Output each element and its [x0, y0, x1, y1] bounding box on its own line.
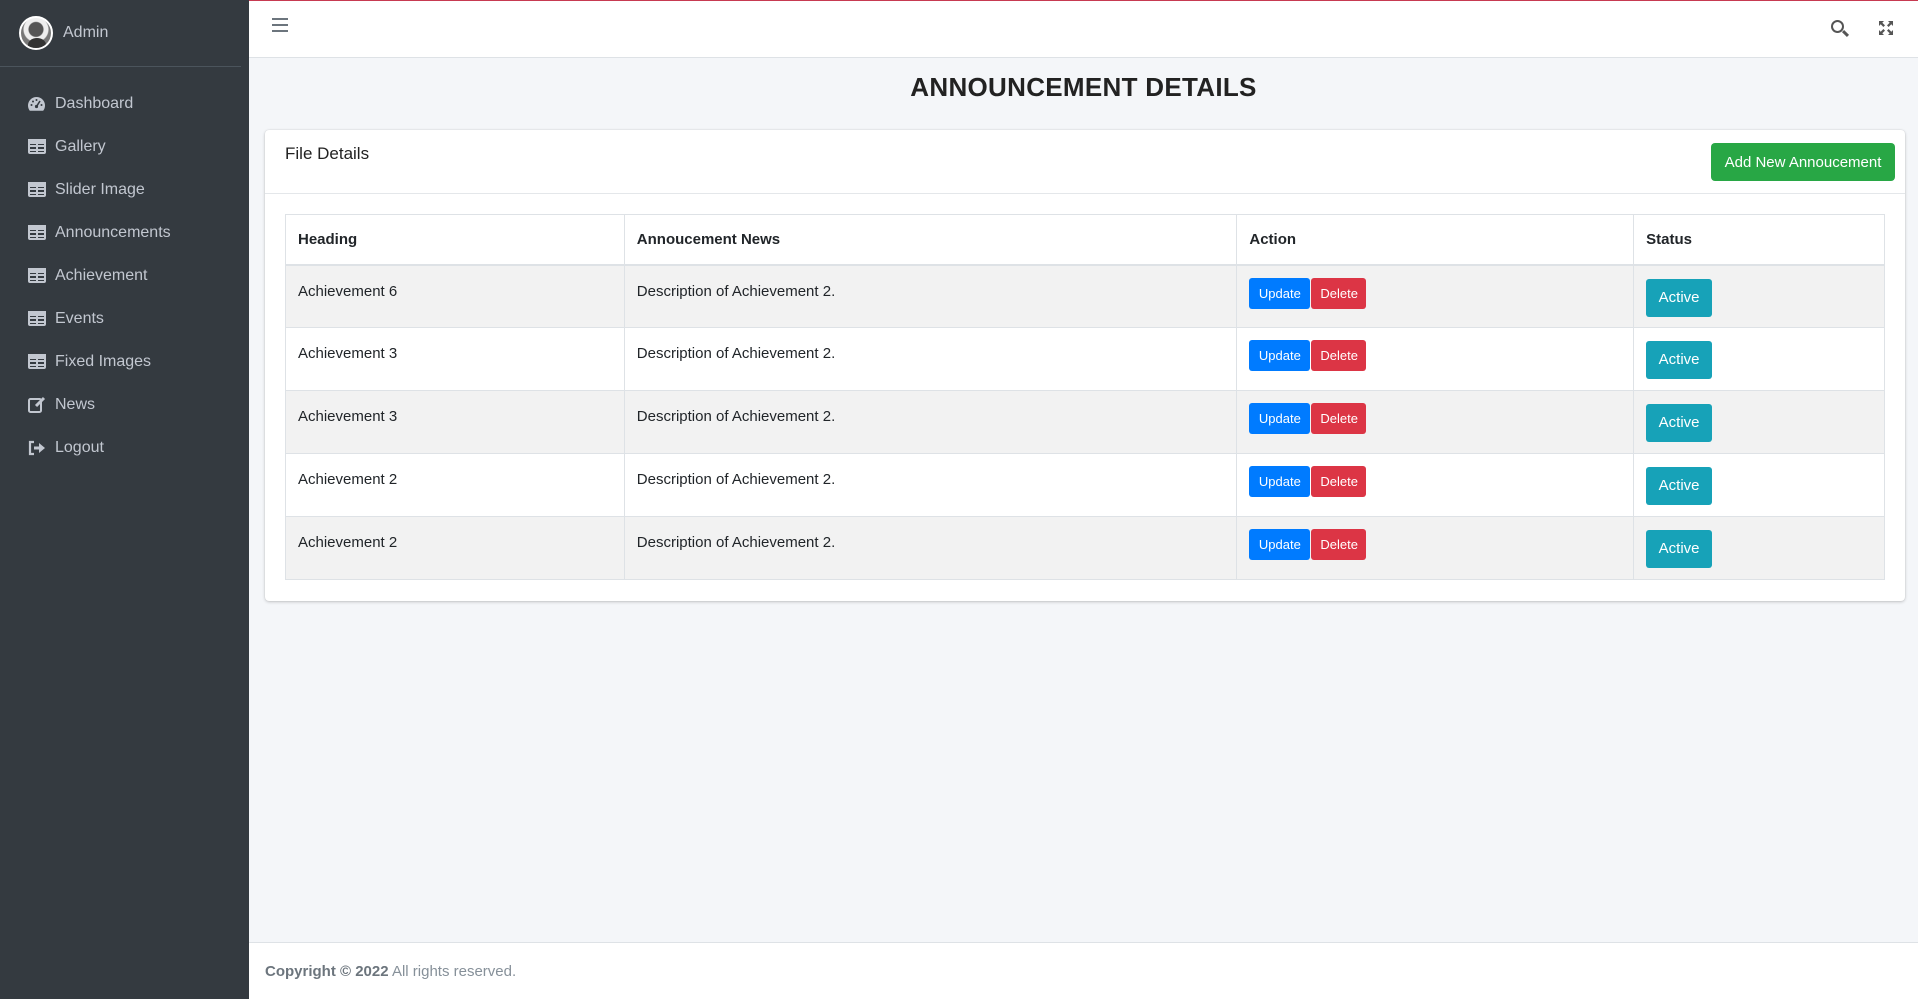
sidebar-item-label: Dashboard: [55, 94, 134, 112]
table-row: Achievement 2 Description of Achievement…: [285, 453, 1885, 517]
update-button[interactable]: Update: [1249, 403, 1311, 434]
update-button[interactable]: Update: [1249, 340, 1311, 371]
status-active-button[interactable]: Active: [1646, 467, 1713, 505]
sidebar-item-label: Gallery: [55, 137, 106, 155]
cell-heading: Achievement 2: [285, 453, 625, 517]
table-icon: [27, 353, 46, 370]
table-row: Achievement 2 Description of Achievement…: [285, 516, 1885, 580]
page-title: ANNOUNCEMENT DETAILS: [910, 72, 1257, 102]
table-icon: [27, 138, 46, 155]
sidebar-item-announcements[interactable]: Announcements: [0, 211, 249, 254]
delete-button[interactable]: Delete: [1311, 340, 1367, 371]
sidebar-item-label: Events: [55, 309, 104, 327]
cell-status: Active: [1633, 390, 1885, 454]
table-icon: [27, 224, 46, 241]
edit-icon: [27, 396, 46, 413]
status-active-button[interactable]: Active: [1646, 341, 1713, 379]
delete-button[interactable]: Delete: [1311, 529, 1367, 560]
tachometer-icon: [27, 95, 46, 112]
status-active-button[interactable]: Active: [1646, 404, 1713, 442]
update-button[interactable]: Update: [1249, 529, 1311, 560]
copyright-text: Copyright © 2022: [265, 963, 389, 980]
status-active-button[interactable]: Active: [1646, 530, 1713, 568]
top-navbar: [249, 0, 1918, 58]
cell-action: Update Delete: [1236, 516, 1635, 580]
table-icon: [27, 310, 46, 327]
cell-action: Update Delete: [1236, 453, 1635, 517]
cell-action: Update Delete: [1236, 327, 1635, 391]
sidebar-item-label: Achievement: [55, 266, 148, 284]
user-panel[interactable]: Admin: [0, 0, 241, 67]
sidebar-item-label: Fixed Images: [55, 352, 152, 370]
update-button[interactable]: Update: [1249, 277, 1311, 309]
user-name: Admin: [63, 24, 109, 41]
add-new-announcement-button[interactable]: Add New Annoucement: [1711, 143, 1895, 181]
table-row: Achievement 6 Description of Achievement…: [285, 264, 1885, 328]
cell-status: Active: [1633, 327, 1885, 391]
cell-action: Update Delete: [1236, 390, 1635, 454]
cell-heading: Achievement 6: [285, 264, 625, 328]
sidebar-item-events[interactable]: Events: [0, 297, 249, 340]
cell-news: Description of Achievement 2.: [623, 516, 1238, 580]
delete-button[interactable]: Delete: [1311, 403, 1367, 434]
cell-status: Active: [1633, 453, 1885, 517]
sidebar-item-gallery[interactable]: Gallery: [0, 125, 249, 168]
table-header-row: Heading Annoucement News Action Status: [285, 214, 1885, 266]
cell-status: Active: [1633, 264, 1885, 328]
cell-heading: Achievement 3: [285, 390, 625, 454]
sidebar: Admin Dashboard Gallery Slider Image Ann…: [0, 0, 249, 999]
sidebar-item-slider-image[interactable]: Slider Image: [0, 168, 249, 211]
sidebar-item-dashboard[interactable]: Dashboard: [0, 82, 249, 125]
sidebar-item-achievement[interactable]: Achievement: [0, 254, 249, 297]
file-details-card: File Details Add New Annoucement Heading…: [265, 130, 1905, 601]
announcements-table: Heading Annoucement News Action Status A…: [285, 214, 1885, 580]
sidebar-item-label: Announcements: [55, 223, 171, 241]
card-title: File Details: [285, 144, 370, 163]
cell-status: Active: [1633, 516, 1885, 580]
sidebar-item-label: News: [55, 395, 96, 413]
sign-out-icon: [27, 439, 46, 456]
footer: Copyright © 2022 All rights reserved.: [249, 942, 1918, 999]
column-header-heading: Heading: [285, 214, 625, 266]
table-row: Achievement 3 Description of Achievement…: [285, 390, 1885, 454]
cell-action: Update Delete: [1236, 264, 1635, 328]
cell-news: Description of Achievement 2.: [623, 264, 1238, 328]
column-header-action: Action: [1236, 214, 1635, 266]
table-icon: [27, 267, 46, 284]
rights-text: All rights reserved.: [391, 963, 517, 980]
cell-heading: Achievement 2: [285, 516, 625, 580]
cell-news: Description of Achievement 2.: [623, 390, 1238, 454]
card-header: File Details Add New Annoucement: [265, 130, 1905, 194]
column-header-news: Annoucement News: [623, 214, 1238, 266]
hamburger-icon[interactable]: [272, 18, 288, 32]
update-button[interactable]: Update: [1249, 466, 1311, 497]
sidebar-item-label: Logout: [55, 438, 104, 456]
avatar: [19, 16, 53, 50]
column-header-status: Status: [1633, 214, 1885, 266]
cell-heading: Achievement 3: [285, 327, 625, 391]
expand-icon[interactable]: [1878, 20, 1894, 36]
sidebar-item-label: Slider Image: [55, 180, 145, 198]
cell-news: Description of Achievement 2.: [623, 453, 1238, 517]
sidebar-item-news[interactable]: News: [0, 383, 249, 426]
search-icon[interactable]: [1830, 19, 1850, 39]
delete-button[interactable]: Delete: [1311, 466, 1367, 497]
sidebar-item-fixed-images[interactable]: Fixed Images: [0, 340, 249, 383]
delete-button[interactable]: Delete: [1311, 277, 1367, 309]
sidebar-item-logout[interactable]: Logout: [0, 426, 249, 469]
table-icon: [27, 181, 46, 198]
sidebar-nav: Dashboard Gallery Slider Image Announcem…: [0, 67, 249, 469]
cell-news: Description of Achievement 2.: [623, 327, 1238, 391]
status-active-button[interactable]: Active: [1646, 278, 1713, 317]
table-row: Achievement 3 Description of Achievement…: [285, 327, 1885, 391]
